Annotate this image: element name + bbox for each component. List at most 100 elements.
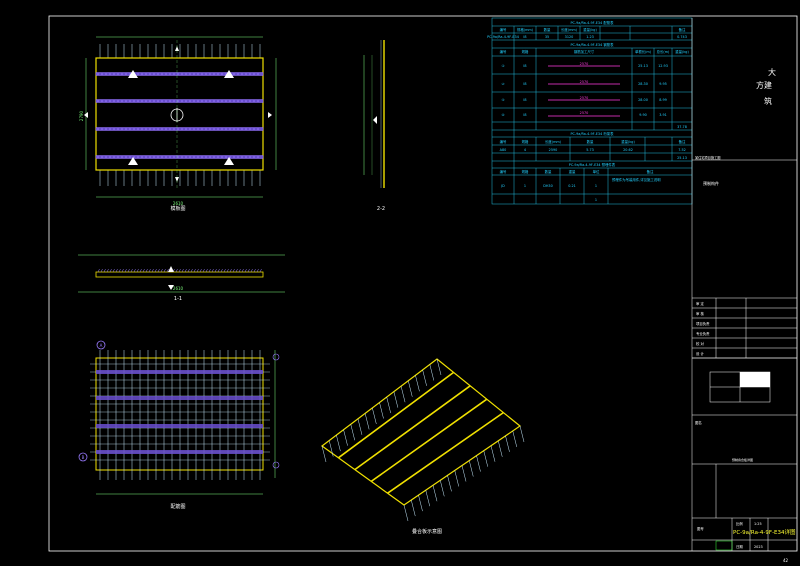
table3-cell: 7.52	[678, 148, 686, 152]
plan-truss-node	[161, 100, 163, 102]
plan-truss-node	[185, 128, 187, 130]
plan-truss-node	[213, 100, 215, 102]
section-truss-diag	[148, 268, 151, 273]
plan-truss-node	[233, 156, 235, 158]
iso-bar-end	[364, 413, 370, 430]
section-1-1-dim: 2610	[173, 286, 184, 291]
section-truss-diag	[199, 268, 202, 273]
plan-truss-node	[249, 156, 251, 158]
plan-truss-node	[109, 100, 111, 102]
plan-truss-node	[185, 156, 187, 158]
plan-truss-node	[141, 128, 143, 130]
iso-bar-end	[336, 435, 341, 452]
plan-truss-node	[157, 73, 159, 75]
plan-truss-node	[145, 156, 147, 158]
plan-truss-node	[181, 73, 183, 75]
plan-truss-node	[173, 128, 175, 130]
iso-truss	[337, 371, 455, 459]
table4-cell: 1	[524, 184, 526, 188]
scale-label: 比例	[736, 521, 743, 526]
plan-truss-node	[185, 73, 187, 75]
plan-truss-node	[225, 156, 227, 158]
table1-cell: Ⅰ8	[523, 35, 526, 39]
iso-bar-end	[379, 402, 384, 419]
plan-truss-node	[229, 156, 231, 158]
section-truss-diag	[247, 268, 250, 273]
table2-header-cell: 钢筋加工尺寸	[574, 49, 595, 54]
plan-truss-node	[169, 156, 171, 158]
table2-cell: Ⅰ8	[523, 113, 526, 117]
plan-truss-node	[173, 73, 175, 75]
plan-truss-node	[213, 73, 215, 75]
table2-cell: ②	[501, 82, 504, 86]
table4-cell: DH30	[543, 184, 552, 188]
plan-truss-node	[181, 100, 183, 102]
plan-truss-node	[181, 128, 183, 130]
plan-truss-node	[165, 128, 167, 130]
section-truss-diag	[130, 268, 133, 273]
table4-header-cell: 单位	[593, 169, 600, 174]
plan-truss-node	[213, 128, 215, 130]
plan-truss-node	[241, 73, 243, 75]
section-truss-diag	[100, 268, 103, 273]
plan-truss-node	[129, 100, 131, 102]
plan-truss-node	[161, 156, 163, 158]
plan-truss-node	[153, 100, 155, 102]
iso-bar-end	[519, 425, 525, 443]
plan-truss-node	[153, 156, 155, 158]
section-truss-diag	[241, 268, 244, 273]
plan-truss-node	[141, 156, 143, 158]
section-truss-diag	[223, 268, 226, 273]
table2-cell: 28.00	[638, 98, 648, 102]
section-truss-diag	[226, 268, 229, 273]
plan-truss-node	[109, 73, 111, 75]
plan-truss-node	[149, 128, 151, 130]
section-truss-diag	[217, 268, 220, 273]
section-truss-diag	[211, 268, 214, 273]
plan-truss-node	[193, 128, 195, 130]
plan-truss-node	[169, 128, 171, 130]
iso-bar-end	[461, 465, 467, 482]
iso-bar-end	[469, 460, 474, 477]
plan-truss-node	[121, 73, 123, 75]
plan-truss-node	[177, 73, 179, 75]
plan-truss-node	[141, 100, 143, 102]
date-value: 2023	[754, 545, 763, 549]
code-label: 图号	[697, 526, 704, 531]
section-truss-diag	[244, 268, 247, 273]
plan-truss-node	[177, 100, 179, 102]
plan-truss-node	[221, 73, 223, 75]
title-block	[691, 18, 797, 551]
plan-truss-node	[101, 100, 103, 102]
section-truss-diag	[208, 268, 211, 273]
section-truss-diag	[142, 268, 145, 273]
section-truss-diag	[151, 268, 154, 273]
plan-truss-node	[97, 156, 99, 158]
table4-header-cell: 备注	[647, 169, 654, 174]
iso-bar-end	[498, 440, 503, 457]
table2-length: 2570	[580, 80, 589, 84]
plan-truss-node	[165, 100, 167, 102]
rebar-marker-b: B	[82, 455, 85, 460]
plan-truss-node	[121, 156, 123, 158]
plan-truss-node	[201, 100, 203, 102]
plan-truss-node	[189, 128, 191, 130]
rebar-shape-lines	[548, 65, 620, 117]
section-truss-diag	[196, 268, 199, 273]
plan-truss-node	[129, 128, 131, 130]
plan-truss-node	[205, 73, 207, 75]
plan-truss-node	[165, 156, 167, 158]
section-truss-diag	[121, 268, 124, 273]
table3-sum: 25.13	[677, 156, 687, 160]
section-truss-diag	[133, 268, 136, 273]
plan-truss-node	[233, 100, 235, 102]
plan-truss-node	[157, 128, 159, 130]
iso-bar-end	[422, 369, 427, 386]
table3-header-cell: 编号	[500, 139, 507, 144]
section-truss-diag	[232, 268, 235, 273]
section-truss-diag	[97, 268, 100, 273]
plan-truss-node	[117, 156, 119, 158]
iso-truss	[354, 385, 471, 471]
table2-cell: 8.99	[659, 98, 667, 102]
plan-truss-node	[149, 156, 151, 158]
